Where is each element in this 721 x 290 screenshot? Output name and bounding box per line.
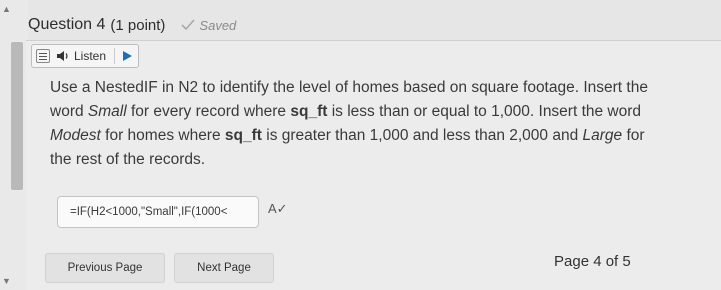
- scroll-up-arrow-icon[interactable]: ▲: [2, 4, 11, 14]
- saved-label: Saved: [199, 17, 237, 33]
- scrollbar-thumb[interactable]: [11, 42, 23, 190]
- question-title: Question 4: [28, 16, 106, 33]
- saved-status: Saved: [181, 18, 236, 33]
- play-icon[interactable]: [123, 51, 133, 61]
- listen-toolbar: Listen: [31, 44, 139, 68]
- answer-input[interactable]: =IF(H2<1000,"Small",IF(1000<: [57, 196, 259, 228]
- listen-button[interactable]: Listen: [56, 49, 106, 63]
- toolbar-divider: [114, 48, 116, 64]
- question-points: (1 point): [110, 16, 166, 34]
- question-prompt: Use a NestedIF in N2 to identify the lev…: [50, 79, 648, 168]
- previous-page-button[interactable]: Previous Page: [45, 253, 165, 283]
- left-rail: ▲ ▼: [0, 0, 28, 290]
- menu-icon[interactable]: [36, 49, 50, 63]
- spellcheck-icon[interactable]: A✓: [268, 201, 288, 217]
- scroll-down-arrow-icon[interactable]: ▼: [2, 276, 11, 286]
- listen-label: Listen: [74, 49, 107, 63]
- checkmark-icon: [181, 19, 196, 31]
- speaker-icon: [57, 51, 68, 61]
- next-page-button[interactable]: Next Page: [174, 253, 274, 283]
- question-header: Question 4 (1 point) Saved: [28, 12, 236, 38]
- page-indicator: Page 4 of 5: [554, 253, 631, 270]
